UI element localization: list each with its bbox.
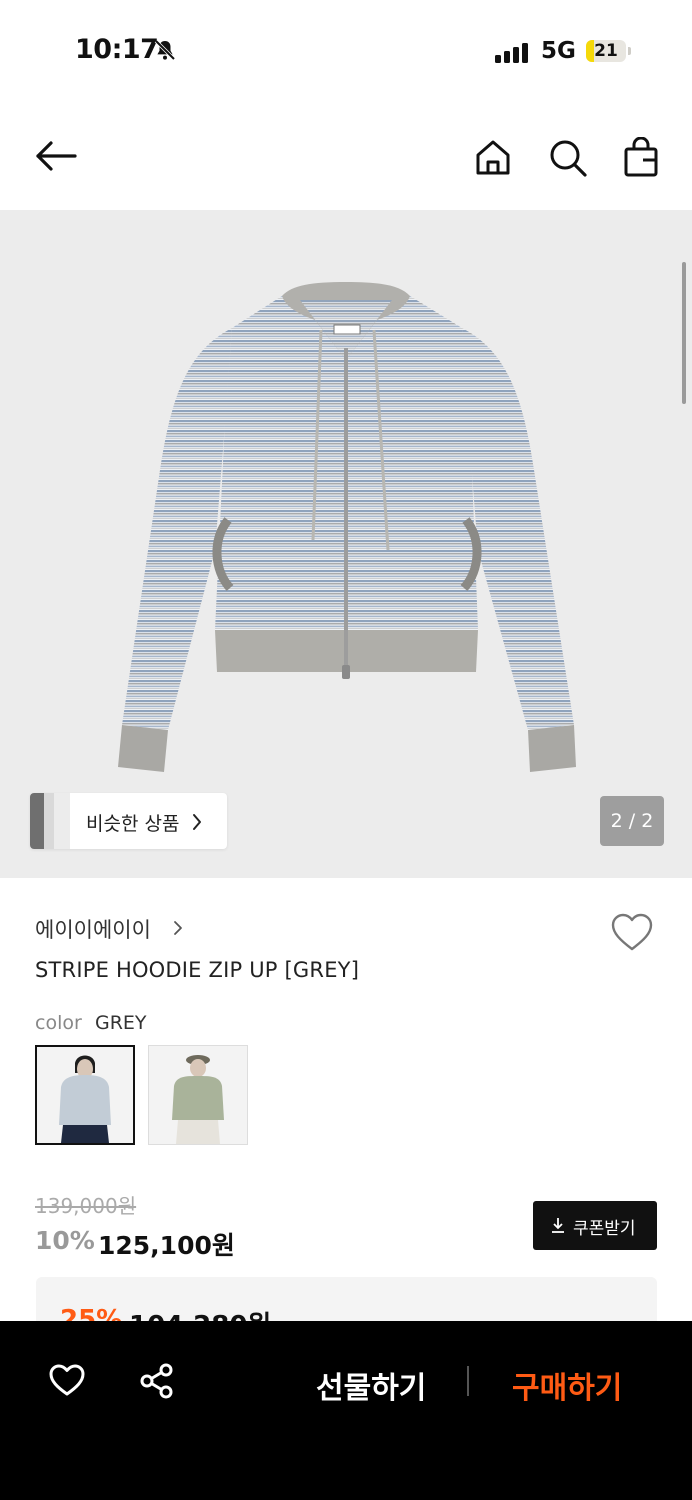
network-type: 5G	[541, 38, 576, 64]
shopping-bag-icon[interactable]	[623, 136, 659, 181]
chevron-right-icon	[173, 920, 183, 940]
battery-level: 21	[594, 41, 618, 61]
top-nav	[0, 104, 692, 210]
image-counter: 2 / 2	[600, 796, 664, 846]
coupon-label: 쿠폰받기	[573, 1219, 636, 1239]
similar-product-thumbnail	[30, 793, 70, 849]
divider	[467, 1366, 469, 1396]
buy-button[interactable]: 구매하기	[512, 1363, 622, 1407]
download-icon	[551, 1217, 565, 1238]
signal-icon	[495, 42, 531, 68]
scrollbar[interactable]	[682, 262, 686, 404]
product-photo	[118, 282, 576, 772]
swatch-grey-image	[37, 1047, 133, 1143]
color-swatch-khaki[interactable]	[148, 1045, 248, 1145]
bottom-action-bar: 선물하기 구매하기	[0, 1321, 692, 1500]
similar-products-label: 비슷한 상품	[86, 813, 180, 835]
original-price: 139,000원	[35, 1194, 137, 1218]
swatch-khaki-image	[149, 1046, 247, 1144]
brand-link[interactable]: 에이이에이이	[35, 914, 151, 944]
product-title: STRIPE HOODIE ZIP UP [GREY]	[35, 958, 360, 982]
gift-button[interactable]: 선물하기	[316, 1363, 426, 1407]
bell-muted-icon	[153, 38, 177, 66]
battery-tip	[628, 47, 631, 55]
battery-icon: 21	[586, 40, 626, 62]
color-swatch-grey[interactable]	[35, 1045, 135, 1145]
share-icon[interactable]	[139, 1363, 175, 1403]
status-bar: 10:17 5G 21	[0, 0, 692, 104]
color-value: GREY	[95, 1012, 147, 1034]
home-icon[interactable]	[474, 138, 512, 180]
color-label: color	[35, 1012, 82, 1034]
wishlist-heart-icon[interactable]	[48, 1363, 86, 1401]
similar-products-button[interactable]: 비슷한 상품	[30, 793, 227, 849]
coupon-download-button[interactable]: 쿠폰받기	[533, 1201, 657, 1250]
search-icon[interactable]	[548, 138, 588, 182]
discount-rate: 10%	[35, 1226, 95, 1255]
wishlist-heart-icon[interactable]	[610, 912, 654, 956]
clock: 10:17	[75, 34, 159, 65]
product-image-carousel[interactable]	[0, 210, 692, 878]
sale-price: 125,100원	[98, 1231, 235, 1260]
chevron-right-icon	[192, 813, 202, 835]
back-arrow-icon[interactable]	[35, 140, 77, 176]
